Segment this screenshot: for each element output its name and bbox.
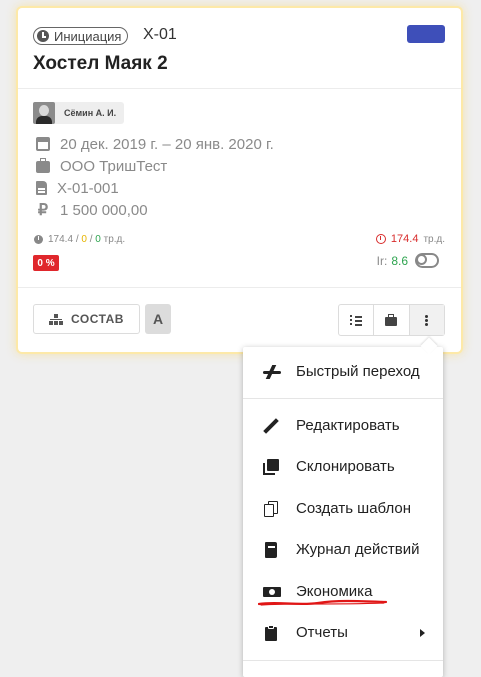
labor-stats: 174.4 / 0 / 0 тр.д. <box>34 234 125 245</box>
labor-history: 174.4 тр.д. <box>375 233 445 245</box>
pencil-icon <box>263 418 279 434</box>
menu-item-label: Отчеты <box>296 624 348 641</box>
date-range-row: 20 дек. 2019 г. – 20 янв. 2020 г. <box>36 134 274 154</box>
composition-button[interactable]: СОСТАВ <box>33 304 140 334</box>
ir-value: 8.6 <box>391 253 408 268</box>
menu-item-label: Склонировать <box>296 458 395 475</box>
ir-label: Ir: <box>376 253 388 268</box>
labor-yellow: 0 <box>81 234 87 245</box>
menu-item-action-log[interactable]: Журнал действий <box>243 531 443 569</box>
context-menu: Быстрый переход Редактировать Склонирова… <box>243 347 443 677</box>
menu-item-label: Быстрый переход <box>296 363 420 380</box>
clock-icon <box>34 235 43 244</box>
sitemap-icon <box>49 313 63 325</box>
menu-item-quick-jump[interactable]: Быстрый переход <box>243 353 443 391</box>
annotation-underline <box>258 599 388 606</box>
document-icon <box>36 181 47 195</box>
briefcase-icon <box>385 313 398 326</box>
labor-unit: тр.д. <box>103 234 126 245</box>
menu-item-reports[interactable]: Отчеты <box>243 614 443 652</box>
document-row: Х-01-001 <box>36 178 119 198</box>
menu-divider <box>243 660 443 661</box>
document-number: Х-01-001 <box>57 179 119 197</box>
clone-icon <box>263 459 279 475</box>
highlight-underline <box>16 597 150 607</box>
ir-indicator: Ir: 8.6 <box>377 253 439 268</box>
amount-row: ₽ 1 500 000,00 <box>36 200 148 220</box>
avatar <box>33 102 55 124</box>
more-vertical-icon <box>425 318 429 322</box>
company-name: ООО ТришТест <box>60 157 168 175</box>
percent-badge: 0 % <box>33 255 59 271</box>
chevron-right-icon <box>420 629 425 637</box>
airplane-icon <box>263 364 281 380</box>
calendar-icon <box>36 137 50 151</box>
color-tag[interactable] <box>407 25 445 43</box>
project-code: Х-01 <box>143 26 177 43</box>
divider <box>18 287 461 288</box>
menu-item-create-template[interactable]: Создать шаблон <box>243 490 443 528</box>
date-range: 20 дек. 2019 г. – 20 янв. 2020 г. <box>60 135 274 153</box>
menu-item-label: Редактировать <box>296 417 400 434</box>
tasks-button[interactable] <box>339 305 375 335</box>
briefcase-icon <box>36 158 50 173</box>
user-chip[interactable]: Сёмин А. И. <box>33 102 125 124</box>
briefcase-button[interactable] <box>374 305 410 335</box>
menu-item-clone[interactable]: Склонировать <box>243 448 443 486</box>
checklist-icon <box>350 315 363 325</box>
project-title[interactable]: Хостел Маяк 2 <box>33 53 168 75</box>
ruble-icon: ₽ <box>37 202 49 219</box>
card-header: Инициация Х-01 Хостел Маяк 2 <box>18 8 461 89</box>
menu-divider <box>243 398 443 399</box>
copy-icon <box>263 501 279 517</box>
labor-separator: / <box>75 234 79 245</box>
card-actions <box>338 304 445 336</box>
history-value: 174.4 <box>390 233 419 245</box>
stage-badge: Инициация <box>33 27 129 45</box>
labor-green: 0 <box>95 234 101 245</box>
company-row: ООО ТришТест <box>36 156 167 176</box>
composition-label: СОСТАВ <box>71 312 124 326</box>
more-button[interactable] <box>409 305 444 335</box>
menu-item-label: Создать шаблон <box>296 500 412 517</box>
clock-icon <box>37 30 49 42</box>
book-icon <box>263 542 279 558</box>
menu-item-label: Журнал действий <box>296 541 420 558</box>
history-icon <box>375 234 386 244</box>
stage-label: Инициация <box>54 28 122 44</box>
letter-button[interactable]: А <box>145 304 171 334</box>
menu-item-edit[interactable]: Редактировать <box>243 407 443 445</box>
user-name: Сёмин А. И. <box>64 108 117 118</box>
clipboard-icon <box>263 625 279 641</box>
labor-separator: / <box>89 234 93 245</box>
labor-total: 174.4 <box>48 234 74 245</box>
amount: 1 500 000,00 <box>60 201 148 219</box>
history-unit: тр.д. <box>423 233 445 245</box>
project-card[interactable]: Инициация Х-01 Хостел Маяк 2 Сёмин А. И.… <box>18 8 461 352</box>
ir-toggle[interactable] <box>415 253 439 268</box>
